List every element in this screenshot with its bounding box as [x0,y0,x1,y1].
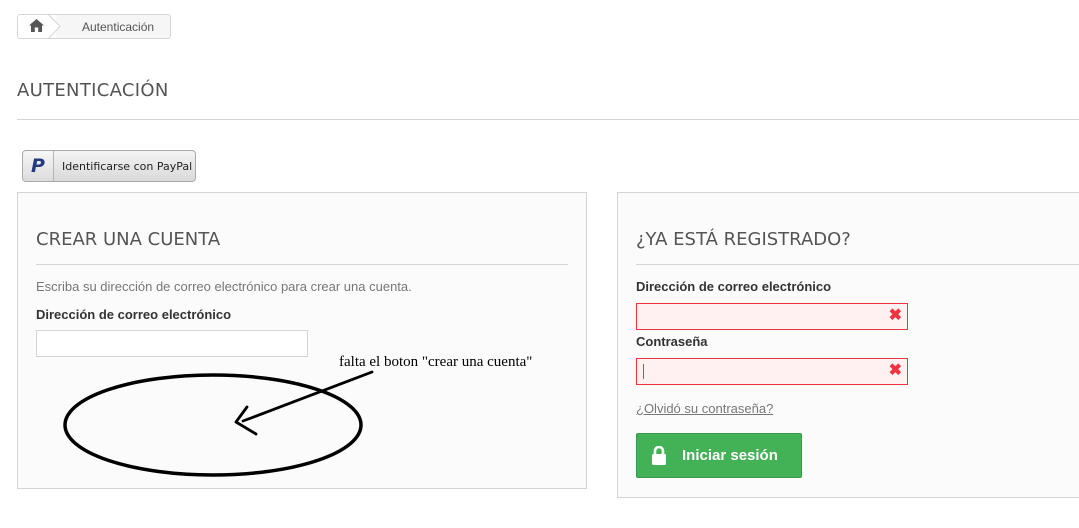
annotation-ellipse [63,373,363,477]
annotation-arrow [234,370,374,436]
annotation-drawing [63,370,374,477]
